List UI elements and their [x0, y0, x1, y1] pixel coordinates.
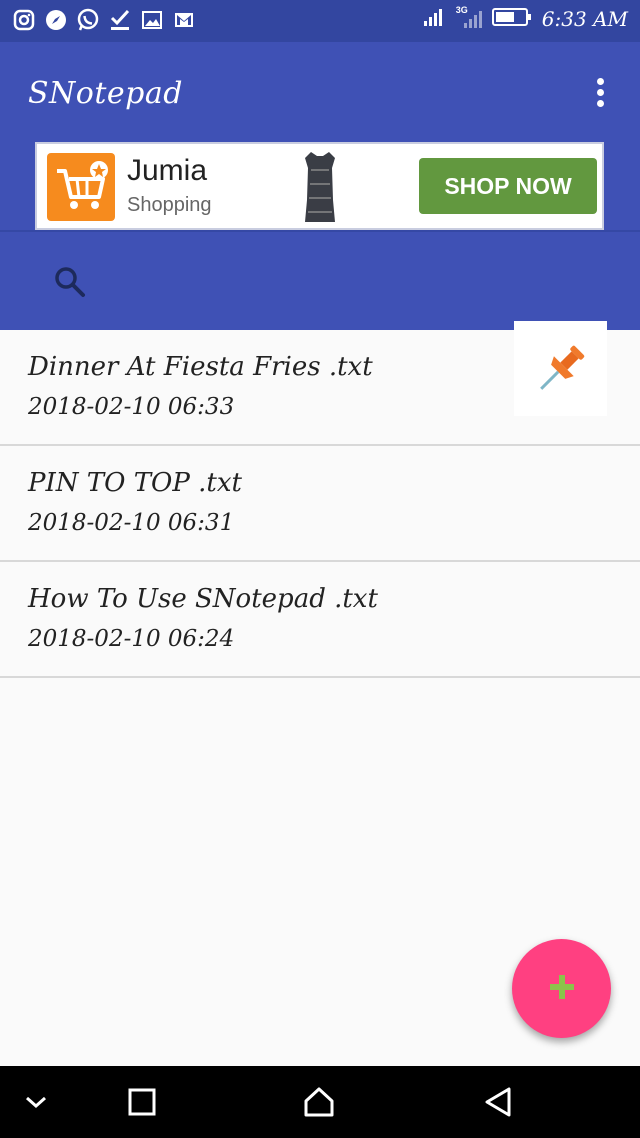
navigation-bar [0, 1066, 640, 1138]
plus-icon [548, 973, 576, 1005]
pin-icon[interactable] [514, 321, 607, 416]
divider [0, 230, 640, 232]
note-title: Dinner At Fiesta Fries .txt [28, 352, 373, 382]
notification-icons [12, 8, 196, 32]
note-date: 2018-02-10 06:33 [28, 394, 235, 420]
recent-apps-icon[interactable] [122, 1084, 162, 1120]
note-title: How To Use SNotepad .txt [28, 584, 378, 614]
gmail-icon [172, 8, 196, 32]
search-icon[interactable] [50, 262, 90, 302]
shopping-cart-icon [47, 153, 115, 221]
app-bar: SNotepad Jumia Shopping SHOP NOW [0, 42, 640, 330]
compass-icon [44, 8, 68, 32]
note-list: Dinner At Fiesta Fries .txt 2018-02-10 0… [0, 321, 640, 678]
home-icon[interactable] [299, 1084, 339, 1120]
note-item[interactable]: PIN TO TOP .txt 2018-02-10 06:31 [0, 446, 640, 562]
note-date: 2018-02-10 06:31 [28, 510, 235, 536]
ad-subtitle: Shopping [127, 194, 212, 216]
checkmark-icon [108, 8, 132, 32]
instagram-icon [12, 8, 36, 32]
note-item[interactable]: How To Use SNotepad .txt 2018-02-10 06:2… [0, 562, 640, 678]
note-date: 2018-02-10 06:24 [28, 626, 235, 652]
signal-3g-icon: 3G [456, 5, 482, 31]
app-title: SNotepad [28, 76, 183, 111]
shop-now-button[interactable]: SHOP NOW [419, 158, 597, 214]
system-status: 3G 6:33 AM [422, 5, 628, 32]
note-title: PIN TO TOP .txt [28, 468, 242, 498]
signal-icon [422, 6, 446, 32]
image-icon [140, 8, 164, 32]
more-vert-icon[interactable] [588, 76, 612, 112]
ad-brand: Jumia [127, 154, 208, 187]
ad-banner[interactable]: Jumia Shopping SHOP NOW [35, 142, 604, 230]
clock: 6:33 AM [541, 7, 628, 31]
add-note-button[interactable] [512, 939, 611, 1038]
battery-icon [491, 6, 532, 32]
status-bar: 3G 6:33 AM [0, 0, 640, 42]
note-item[interactable]: Dinner At Fiesta Fries .txt 2018-02-10 0… [0, 321, 640, 446]
whatsapp-icon [76, 8, 100, 32]
dress-icon [299, 150, 341, 224]
back-icon[interactable] [478, 1084, 518, 1120]
chevron-down-icon[interactable] [16, 1084, 56, 1120]
